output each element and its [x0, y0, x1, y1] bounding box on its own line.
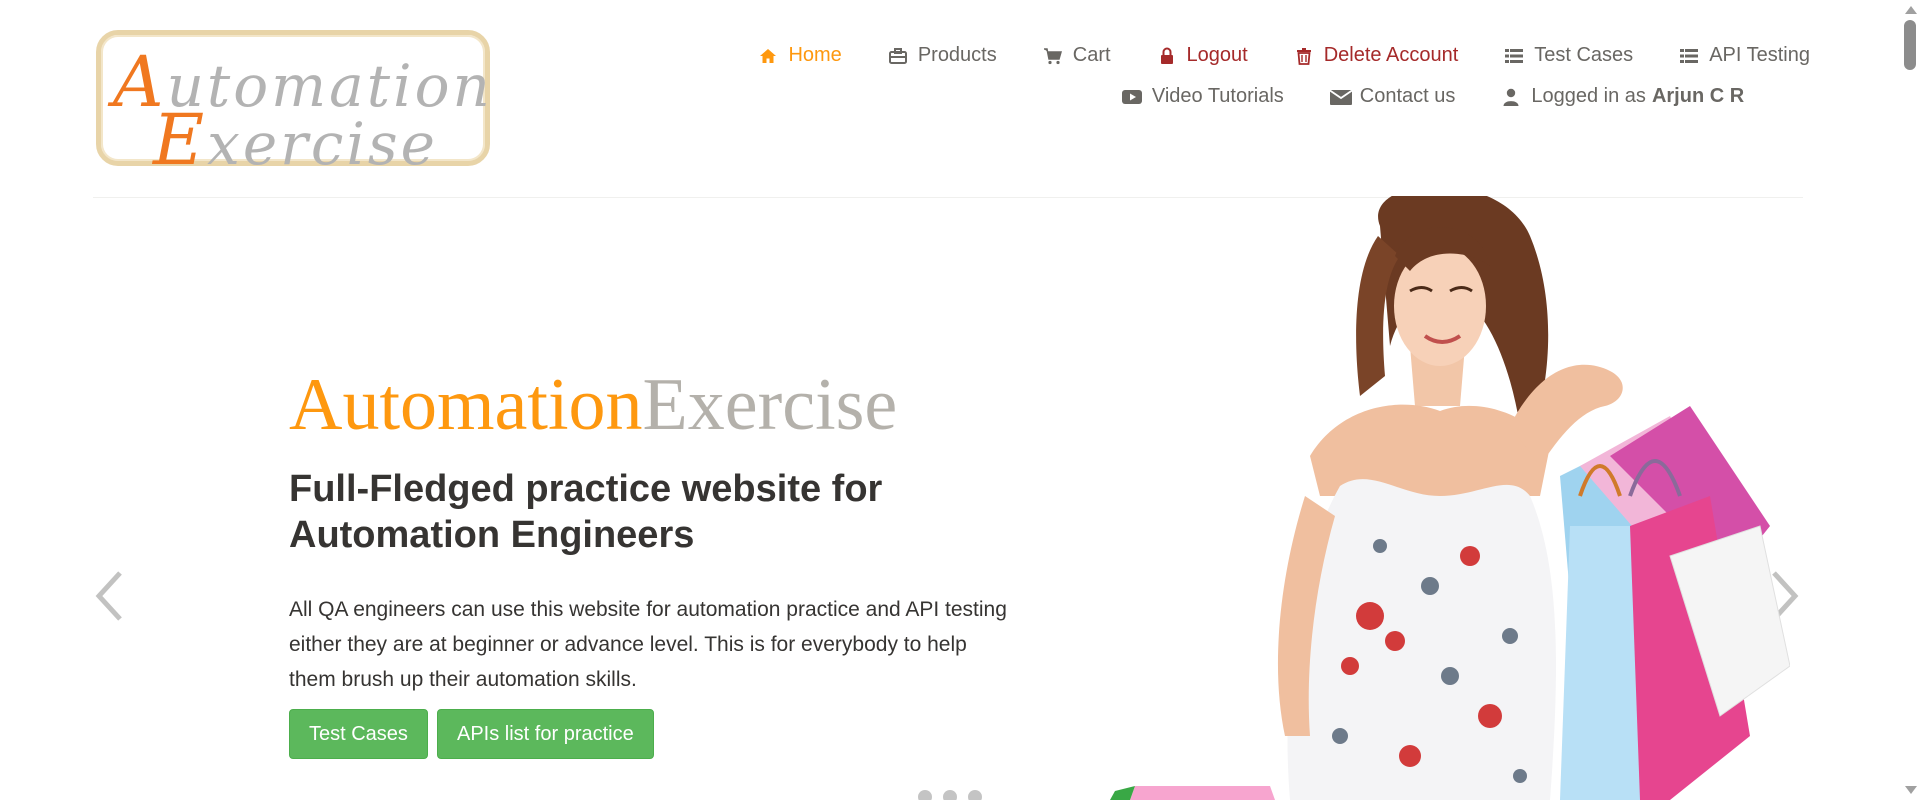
nav-label-logged-in: Logged in as [1531, 85, 1646, 107]
hero-title: AutomationExercise [289, 368, 897, 442]
nav-label-home: Home [788, 44, 842, 66]
chevron-left-icon [95, 571, 122, 621]
nav-label-delete-account: Delete Account [1323, 44, 1459, 66]
test-cases-button[interactable]: Test Cases [289, 709, 428, 759]
nav-label-test-cases: Test Cases [1534, 44, 1634, 66]
nav-item-logged-in: Logged in as Arjun C R [1501, 85, 1744, 108]
logged-in-username: Arjun C R [1651, 85, 1745, 107]
nav-label-api-testing: API Testing [1709, 44, 1810, 66]
hero-title-part2: Exercise [642, 364, 898, 446]
nav-item-home[interactable]: Home [758, 44, 842, 67]
hero-image-shopping-woman [1110, 196, 1790, 800]
page: Automation Exercise Home Products Cart L… [0, 0, 1920, 800]
nav-item-delete-account[interactable]: Delete Account [1294, 44, 1459, 67]
nav-item-contact-us[interactable]: Contact us [1329, 85, 1456, 108]
page-scrollbar[interactable] [1900, 0, 1920, 800]
nav-label-cart: Cart [1072, 44, 1111, 66]
hero-subtitle: Full-Fledged practice website for Automa… [289, 468, 883, 556]
logo-line-2: Exercise [153, 105, 438, 175]
nav-row-2: Video Tutorials Contact us Logged in as … [710, 85, 1810, 108]
user-icon [1501, 87, 1521, 107]
trash-icon [1294, 46, 1314, 66]
nav-label-video-tutorials: Video Tutorials [1151, 85, 1284, 107]
logo-initial-e: E [153, 99, 208, 181]
hero-title-part1: Automation [289, 364, 643, 446]
cart-icon [1043, 46, 1063, 66]
nav-item-logout[interactable]: Logout [1157, 44, 1248, 67]
nav-item-test-cases[interactable]: Test Cases [1504, 44, 1633, 67]
hero-description: All QA engineers can use this website fo… [289, 598, 1007, 691]
nav-item-cart[interactable]: Cart [1043, 44, 1111, 67]
lock-icon [1157, 46, 1177, 66]
briefcase-icon [888, 46, 908, 66]
logo-text-2: xercise [207, 110, 438, 178]
scroll-up-arrow-icon[interactable] [1905, 6, 1917, 14]
carousel-indicator-3[interactable] [968, 790, 982, 800]
nav-row-1: Home Products Cart Logout Delete Account… [710, 44, 1810, 67]
carousel-prev-button[interactable] [94, 570, 124, 622]
home-icon [758, 46, 778, 66]
carousel-indicators [918, 790, 993, 800]
envelope-icon [1329, 87, 1353, 107]
nav-item-video-tutorials[interactable]: Video Tutorials [1121, 85, 1284, 108]
list-icon [1679, 46, 1699, 66]
nav-label-contact-us: Contact us [1359, 85, 1456, 107]
carousel-indicator-1[interactable] [918, 790, 932, 800]
site-logo[interactable]: Automation Exercise [96, 30, 490, 175]
main-nav: Home Products Cart Logout Delete Account… [710, 44, 1810, 108]
apis-list-button[interactable]: APIs list for practice [437, 709, 654, 759]
nav-item-products[interactable]: Products [888, 44, 997, 67]
carousel-indicator-2[interactable] [943, 790, 957, 800]
list-icon [1504, 46, 1524, 66]
nav-label-logout: Logout [1186, 44, 1248, 66]
scroll-down-arrow-icon[interactable] [1905, 786, 1917, 794]
youtube-play-icon [1121, 87, 1142, 107]
scrollbar-thumb[interactable] [1904, 20, 1916, 70]
nav-label-products: Products [917, 44, 997, 66]
nav-item-api-testing[interactable]: API Testing [1679, 44, 1810, 67]
